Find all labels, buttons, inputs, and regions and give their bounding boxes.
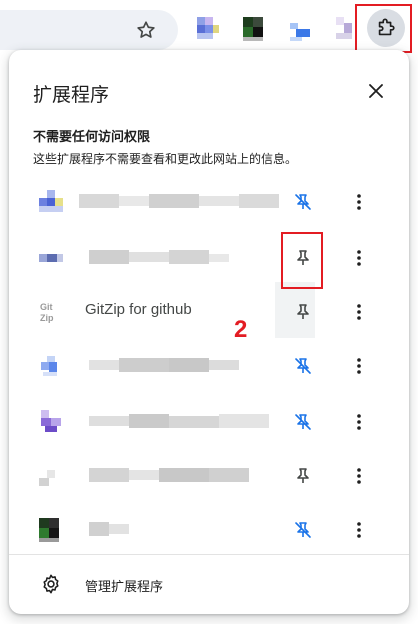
gitzip-icon: Git Zip <box>39 300 63 324</box>
manage-extensions-row[interactable]: 管理扩展程序 <box>9 560 409 610</box>
extension-icon <box>39 464 63 488</box>
unpin-button[interactable] <box>289 408 317 436</box>
pinned-extension-icon[interactable] <box>243 17 265 41</box>
extension-row[interactable] <box>9 500 409 556</box>
pinned-extension-icon[interactable] <box>290 17 312 41</box>
extension-name-blurred <box>79 468 259 482</box>
pin-off-icon <box>295 358 311 374</box>
manage-extensions-label: 管理扩展程序 <box>85 580 164 595</box>
more-vert-icon <box>357 304 361 320</box>
extension-row[interactable] <box>9 446 409 502</box>
gear-icon <box>40 573 62 595</box>
extension-icon <box>39 354 63 378</box>
extension-icon <box>39 518 63 542</box>
extension-name-blurred <box>79 358 239 372</box>
more-vert-icon <box>357 358 361 374</box>
divider <box>9 554 409 555</box>
pin-off-icon <box>295 194 311 210</box>
close-button[interactable] <box>364 79 388 103</box>
extension-name-blurred <box>79 414 269 428</box>
extension-icon <box>39 410 63 434</box>
more-vert-icon <box>357 468 361 484</box>
extension-row[interactable] <box>9 336 409 392</box>
more-menu-button[interactable] <box>345 462 373 490</box>
pin-off-icon <box>295 414 311 430</box>
section-description: 这些扩展程序不需要查看和更改此网站上的信息。 <box>33 152 298 166</box>
unpin-button[interactable] <box>289 188 317 216</box>
extension-name-blurred <box>79 250 229 264</box>
annotation-marker-2: 2 <box>234 316 248 343</box>
pin-icon <box>297 468 309 483</box>
more-menu-button[interactable] <box>345 516 373 544</box>
star-icon[interactable] <box>135 19 157 41</box>
extension-icon <box>39 246 63 270</box>
svg-text:Zip: Zip <box>40 313 54 323</box>
extension-row[interactable] <box>9 172 409 228</box>
popup-title: 扩展程序 <box>33 84 110 106</box>
pinned-extension-icon[interactable] <box>197 17 219 41</box>
more-vert-icon <box>357 250 361 266</box>
extension-row-gitzip[interactable]: Git Zip GitZip for github <box>9 282 409 338</box>
more-menu-button[interactable] <box>345 188 373 216</box>
more-vert-icon <box>357 414 361 430</box>
unpin-button[interactable] <box>289 516 317 544</box>
unpin-button[interactable] <box>289 352 317 380</box>
more-menu-button[interactable] <box>345 298 373 326</box>
pin-off-icon <box>295 522 311 538</box>
more-menu-button[interactable] <box>345 352 373 380</box>
more-menu-button[interactable] <box>345 408 373 436</box>
extension-icon <box>39 190 63 214</box>
extensions-popup: 扩展程序 不需要任何访问权限 这些扩展程序不需要查看和更改此网站上的信息。 Gi… <box>9 50 409 614</box>
extension-name-blurred <box>79 522 139 536</box>
more-vert-icon <box>357 522 361 538</box>
pin-icon <box>297 304 309 319</box>
extension-name: GitZip for github <box>85 301 192 318</box>
extension-row[interactable] <box>9 228 409 284</box>
more-vert-icon <box>357 194 361 210</box>
close-icon <box>369 84 383 98</box>
extension-row[interactable] <box>9 392 409 448</box>
extension-name-blurred <box>79 194 279 208</box>
svg-text:Git: Git <box>40 302 53 312</box>
pin-button[interactable] <box>289 462 317 490</box>
section-heading: 不需要任何访问权限 <box>33 130 151 145</box>
pin-button[interactable] <box>289 298 317 326</box>
more-menu-button[interactable] <box>345 244 373 272</box>
annotation-box-1 <box>355 4 412 53</box>
annotation-box-2 <box>281 232 323 289</box>
